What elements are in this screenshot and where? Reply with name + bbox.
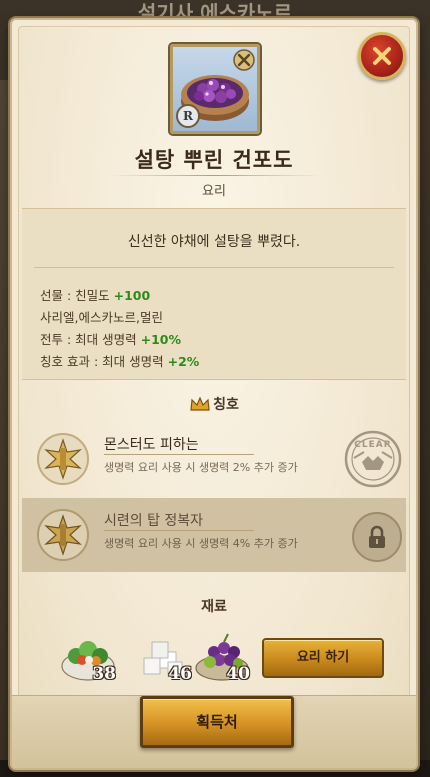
- clear-stamp: CLEAR: [344, 430, 402, 488]
- clear-stamp-label: CLEAR: [354, 440, 392, 450]
- cook-button[interactable]: 요리 하기: [262, 638, 384, 678]
- winged-emblem-icon: [37, 433, 89, 485]
- stat-title-effect: 칭호 효과 : 최대 생명력 +2%: [40, 351, 199, 370]
- title-name: 몬스터도 피하는: [104, 437, 199, 453]
- food-category-icon: [233, 49, 255, 71]
- clear-stamp-icon: [344, 430, 402, 488]
- stat-gift-label: 선물 : 친밀도: [40, 288, 114, 303]
- description-divider: [34, 267, 394, 268]
- stat-characters-label: 사리엘,에스카노르,멀린: [40, 310, 163, 325]
- stat-gift-value: +100: [113, 288, 151, 303]
- material-slot[interactable]: 40: [192, 630, 252, 686]
- title-row[interactable]: 시련의 탑 정복자 생명력 요리 사용 시 생명력 4% 추가 증가: [22, 498, 406, 572]
- materials-header: 재료: [201, 599, 227, 615]
- name-divider: [110, 175, 320, 176]
- stat-title-effect-label: 칭호 효과 : 최대 생명력: [40, 354, 168, 369]
- crown-icon: [190, 396, 210, 411]
- titles-header-label: 칭호: [213, 397, 239, 413]
- stat-title-effect-value: +2%: [167, 354, 200, 369]
- title-underline: [104, 454, 254, 455]
- stat-battle-value: +10%: [140, 332, 182, 347]
- item-type: 요리: [202, 184, 226, 199]
- titles-header: 칭호: [12, 394, 416, 414]
- material-count: 38: [92, 664, 116, 684]
- stat-battle: 전투 : 최대 생명력 +10%: [40, 329, 181, 348]
- stat-characters: 사리엘,에스카노르,멀린: [40, 307, 163, 326]
- close-icon: [373, 47, 391, 65]
- material-count: 46: [168, 664, 192, 684]
- material-slot[interactable]: 46: [134, 630, 194, 686]
- item-image-frame: R: [170, 44, 260, 134]
- title-name: 시련의 탑 정복자: [104, 513, 204, 529]
- item-description: 신선한 야채에 설탕을 뿌렸다.: [127, 234, 301, 250]
- acquisition-source-button[interactable]: 획득처: [140, 696, 294, 748]
- title-description: 생명력 요리 사용 시 생명력 2% 추가 증가: [104, 461, 298, 474]
- background-right-edge: [416, 80, 430, 760]
- title-row[interactable]: 몬스터도 피하는 생명력 요리 사용 시 생명력 2% 추가 증가 CLEAR: [22, 422, 406, 496]
- rank-badge-label: R: [183, 109, 193, 123]
- close-button[interactable]: [358, 32, 406, 80]
- material-count: 40: [226, 664, 250, 684]
- description-box: 신선한 야채에 설탕을 뿌렸다. 선물 : 친밀도 +100 사리엘,에스카노르…: [22, 208, 406, 380]
- stat-gift: 선물 : 친밀도 +100: [40, 285, 150, 304]
- rank-badge: R: [176, 104, 200, 128]
- material-slot[interactable]: 38: [58, 630, 118, 686]
- winged-emblem-icon: [37, 509, 89, 561]
- item-name: 설탕 뿌린 건포도: [134, 148, 294, 172]
- title-description: 생명력 요리 사용 시 생명력 4% 추가 증가: [104, 537, 298, 550]
- stat-battle-label: 전투 : 최대 생명력: [40, 332, 141, 347]
- item-detail-popup: R 설탕 뿌린 건포도 요리 신선한 야채에 설탕을 뿌렸다. 선물 : 친밀도…: [10, 18, 418, 770]
- lock-icon: [369, 525, 385, 548]
- title-underline: [104, 530, 254, 531]
- locked-badge: [352, 512, 402, 562]
